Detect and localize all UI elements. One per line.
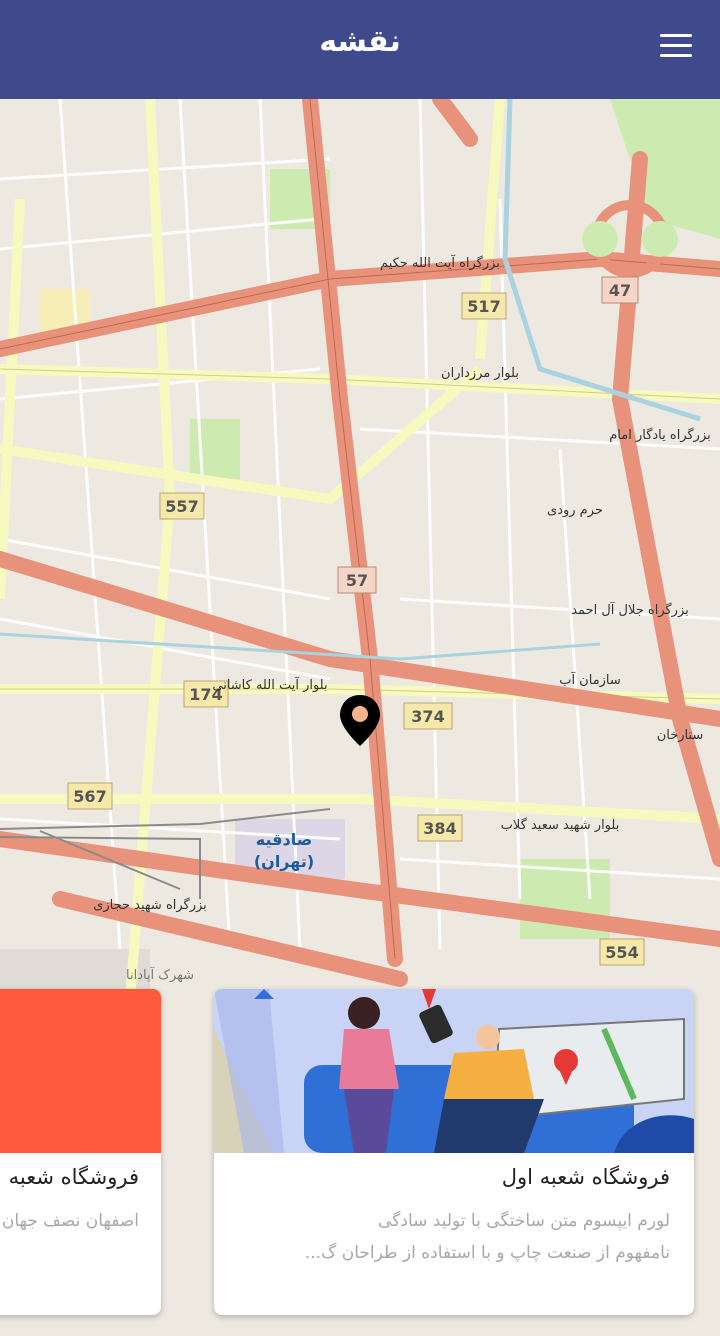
street-label: ستارخان xyxy=(657,728,704,743)
store-card-image xyxy=(0,989,161,1153)
street-label: بزرگراه یادگار امام xyxy=(609,427,711,443)
svg-text:517: 517 xyxy=(467,297,500,316)
road-shield: 567 xyxy=(67,782,113,810)
hamburger-menu-icon[interactable] xyxy=(658,32,694,60)
street-label: بزرگراه شهید حجازی xyxy=(93,897,207,913)
store-card-title: فروشگاه شعبه اول xyxy=(501,1165,670,1189)
street-label: بلوار شهید سعید گلاب xyxy=(501,817,620,833)
street-label: حرم رودی xyxy=(547,503,603,518)
road-shield: 554 xyxy=(599,938,645,966)
svg-text:567: 567 xyxy=(73,787,106,806)
street-label: بلوار مرزداران xyxy=(441,366,519,381)
street-label: شهرک آپادانا xyxy=(126,966,194,983)
svg-text:374: 374 xyxy=(411,707,444,726)
page-title: نقشه xyxy=(319,24,401,59)
store-card[interactable]: فروشگاه شعبه اول لورم ایپسوم متن ساختگی … xyxy=(214,989,694,1315)
street-label: بزرگراه جلال آل احمد xyxy=(571,601,689,618)
store-card-title: فروشگاه شعبه xyxy=(8,1165,139,1189)
location-pin-icon[interactable] xyxy=(338,694,382,748)
place-label: (تهران) xyxy=(254,852,314,871)
store-card[interactable]: فروشگاه شعبه اصفهان نصف جهان xyxy=(0,989,161,1315)
road-shield: 374 xyxy=(403,702,453,730)
street-label: بزرگراه آیت الله حکیم xyxy=(380,254,500,271)
road-shield: 384 xyxy=(417,814,463,842)
svg-text:57: 57 xyxy=(346,571,368,590)
street-label: سازمان آب xyxy=(559,671,621,688)
road-shield: 57 xyxy=(337,566,377,594)
svg-text:47: 47 xyxy=(609,281,631,300)
road-shield: 517 xyxy=(461,292,507,320)
svg-text:384: 384 xyxy=(423,819,456,838)
road-shield: 47 xyxy=(601,276,639,304)
app-bar: نقشه xyxy=(0,0,720,99)
road-shield: 557 xyxy=(159,492,205,520)
svg-text:557: 557 xyxy=(165,497,198,516)
street-label: بلوار آیت الله کاشانی xyxy=(212,676,327,693)
store-card-illustration xyxy=(214,989,694,1153)
place-label: صادقیه xyxy=(256,830,312,849)
svg-text:554: 554 xyxy=(605,943,638,962)
store-card-description: اصفهان نصف جهان xyxy=(1,1211,139,1231)
store-card-description: لورم ایپسوم متن ساختگی با تولید سادگی نا… xyxy=(304,1211,670,1263)
